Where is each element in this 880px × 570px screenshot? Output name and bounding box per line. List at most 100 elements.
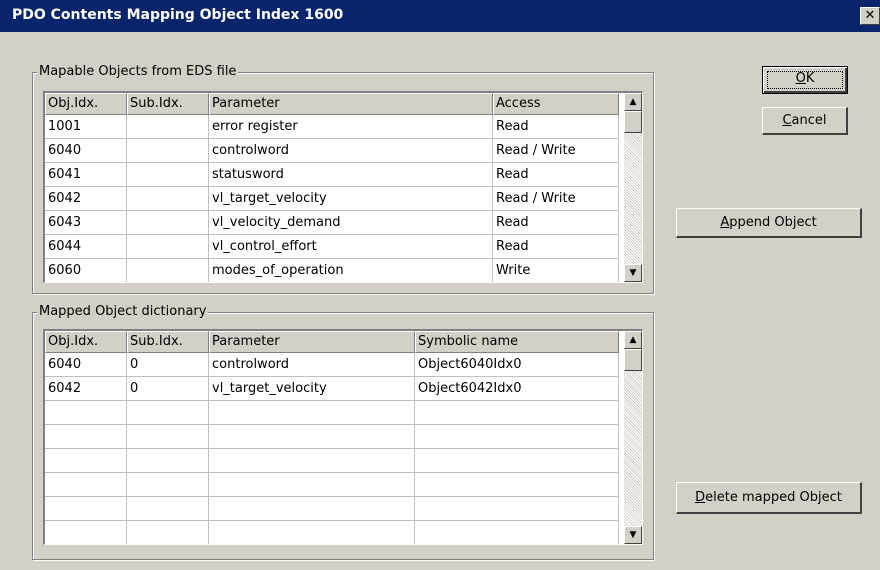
- table-cell: [45, 497, 127, 521]
- mapable-scrollbar[interactable]: ▲ ▼: [624, 93, 642, 282]
- column-header-sub-idx[interactable]: Sub.Idx.: [127, 93, 209, 115]
- mapable-objects-list[interactable]: Obj.Idx. Sub.Idx. Parameter Access 1001 e…: [43, 91, 643, 283]
- table-cell: [127, 115, 209, 139]
- table-cell: [415, 497, 619, 521]
- title-bar[interactable]: PDO Contents Mapping Object Index 1600 ✕: [0, 0, 880, 32]
- delete-label-rest: elete mapped Object: [705, 490, 842, 505]
- table-cell: [127, 259, 209, 282]
- table-cell: [127, 235, 209, 259]
- mapped-rows: 6040 0 controlword Object6040Idx0 6042 0 vl_ta…: [45, 353, 619, 544]
- table-row[interactable]: [45, 497, 619, 521]
- mapped-objects-group: Mapped Object dictionary Obj.Idx. Sub.Id…: [32, 304, 654, 560]
- table-cell: 0: [127, 353, 209, 377]
- table-row[interactable]: [45, 521, 619, 544]
- table-cell: [127, 497, 209, 521]
- table-cell: [127, 521, 209, 544]
- mapable-rows: 1001 error register Read 6040 controlword Rea…: [45, 115, 619, 282]
- table-cell: [127, 473, 209, 497]
- table-cell: [45, 521, 127, 544]
- append-label-rest: ppend Object: [729, 215, 817, 230]
- table-cell: [209, 449, 415, 473]
- table-cell: Read / Write: [493, 187, 619, 211]
- column-header-obj-idx[interactable]: Obj.Idx.: [45, 331, 127, 353]
- table-cell: [45, 425, 127, 449]
- table-cell: [415, 401, 619, 425]
- delete-mapped-object-label: Delete mapped Object: [695, 490, 842, 505]
- table-cell: Read: [493, 115, 619, 139]
- table-cell: 6040: [45, 139, 127, 163]
- table-row[interactable]: 6041 statusword Read: [45, 163, 619, 187]
- table-cell: Object6042Idx0: [415, 377, 619, 401]
- append-object-button[interactable]: Append Object: [676, 208, 862, 238]
- table-cell: 6043: [45, 211, 127, 235]
- append-mnemonic: A: [720, 215, 730, 230]
- table-cell: Object6040Idx0: [415, 353, 619, 377]
- table-cell: Read / Write: [493, 139, 619, 163]
- append-object-label: Append Object: [720, 215, 816, 230]
- table-cell: vl_target_velocity: [209, 377, 415, 401]
- table-row[interactable]: 6042 vl_target_velocity Read / Write: [45, 187, 619, 211]
- scroll-up-icon[interactable]: ▲: [624, 331, 642, 349]
- table-cell: [45, 401, 127, 425]
- table-cell: [127, 139, 209, 163]
- table-cell: controlword: [209, 139, 493, 163]
- table-cell: [209, 521, 415, 544]
- table-cell: Read: [493, 211, 619, 235]
- scroll-up-icon[interactable]: ▲: [624, 93, 642, 111]
- table-cell: 6060: [45, 259, 127, 282]
- table-row[interactable]: 6060 modes_of_operation Write: [45, 259, 619, 282]
- table-cell: [415, 473, 619, 497]
- table-cell: [45, 449, 127, 473]
- table-cell: [209, 473, 415, 497]
- scroll-thumb[interactable]: [624, 111, 642, 133]
- mapped-scrollbar[interactable]: ▲ ▼: [624, 331, 642, 544]
- table-cell: [209, 401, 415, 425]
- column-header-access[interactable]: Access: [493, 93, 619, 115]
- table-cell: [127, 211, 209, 235]
- mapped-objects-list[interactable]: Obj.Idx. Sub.Idx. Parameter Symbolic nam…: [43, 329, 643, 545]
- mapable-header-row: Obj.Idx. Sub.Idx. Parameter Access: [45, 93, 619, 115]
- table-row[interactable]: [45, 449, 619, 473]
- table-row[interactable]: 6040 controlword Read / Write: [45, 139, 619, 163]
- table-row[interactable]: 1001 error register Read: [45, 115, 619, 139]
- cancel-button[interactable]: Cancel: [762, 107, 848, 135]
- window-title: PDO Contents Mapping Object Index 1600: [12, 7, 344, 23]
- table-cell: [127, 425, 209, 449]
- table-row[interactable]: 6042 0 vl_target_velocity Object6042Idx0: [45, 377, 619, 401]
- cancel-label-rest: ancel: [791, 113, 827, 128]
- column-header-sub-idx[interactable]: Sub.Idx.: [127, 331, 209, 353]
- table-cell: [209, 497, 415, 521]
- table-cell: modes_of_operation: [209, 259, 493, 282]
- scroll-down-icon[interactable]: ▼: [624, 264, 642, 282]
- column-header-symbolic-name[interactable]: Symbolic name: [415, 331, 619, 353]
- scroll-down-icon[interactable]: ▼: [624, 526, 642, 544]
- table-row[interactable]: 6044 vl_control_effort Read: [45, 235, 619, 259]
- column-header-obj-idx[interactable]: Obj.Idx.: [45, 93, 127, 115]
- table-cell: [415, 449, 619, 473]
- table-cell: [127, 163, 209, 187]
- table-row[interactable]: [45, 401, 619, 425]
- table-cell: 6044: [45, 235, 127, 259]
- table-cell: 6042: [45, 187, 127, 211]
- table-cell: [415, 521, 619, 544]
- mapable-objects-legend: Mapable Objects from EDS file: [37, 64, 239, 79]
- mapped-objects-legend: Mapped Object dictionary: [37, 304, 209, 319]
- ok-button[interactable]: OK: [762, 66, 848, 94]
- column-header-parameter[interactable]: Parameter: [209, 93, 493, 115]
- cancel-label: Cancel: [782, 113, 826, 128]
- column-header-parameter[interactable]: Parameter: [209, 331, 415, 353]
- focus-rectangle: [767, 71, 843, 89]
- table-row[interactable]: [45, 425, 619, 449]
- table-row[interactable]: 6043 vl_velocity_demand Read: [45, 211, 619, 235]
- mapable-objects-group: Mapable Objects from EDS file Obj.Idx. S…: [32, 64, 654, 294]
- delete-mnemonic: D: [695, 490, 706, 505]
- table-row[interactable]: [45, 473, 619, 497]
- delete-mapped-object-button[interactable]: Delete mapped Object: [676, 482, 862, 514]
- table-cell: error register: [209, 115, 493, 139]
- mapped-header-row: Obj.Idx. Sub.Idx. Parameter Symbolic nam…: [45, 331, 619, 353]
- scroll-thumb[interactable]: [624, 349, 642, 371]
- close-icon[interactable]: ✕: [860, 7, 880, 25]
- table-cell: vl_velocity_demand: [209, 211, 493, 235]
- table-cell: 6041: [45, 163, 127, 187]
- table-row[interactable]: 6040 0 controlword Object6040Idx0: [45, 353, 619, 377]
